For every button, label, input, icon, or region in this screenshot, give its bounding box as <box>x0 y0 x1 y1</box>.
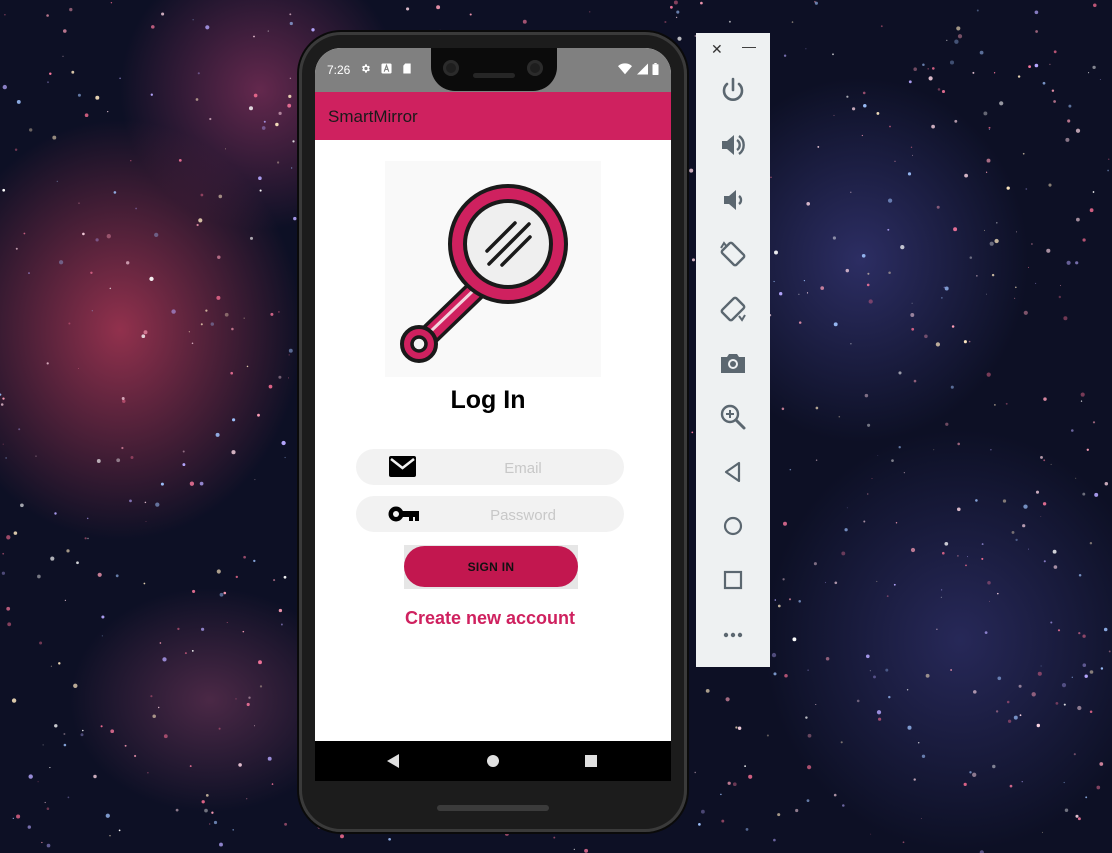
back-icon[interactable] <box>386 753 400 769</box>
hand-mirror-icon <box>400 184 568 363</box>
power-icon[interactable] <box>717 75 749 107</box>
front-camera-icon <box>527 60 543 76</box>
app-title: SmartMirror <box>328 107 418 126</box>
minimize-icon[interactable]: — <box>742 38 756 54</box>
status-bar: 7:26 <box>315 48 671 92</box>
zoom-icon[interactable] <box>717 401 749 433</box>
phone-screen: 7:26 SmartMirror Log In Email SIGN IN Cr… <box>315 48 671 781</box>
navigation-bar <box>315 741 671 781</box>
sd-card-icon <box>403 63 411 74</box>
email-field[interactable] <box>356 449 624 487</box>
gear-icon <box>362 64 370 73</box>
home-icon[interactable] <box>486 753 500 769</box>
front-camera-icon <box>443 60 459 76</box>
volume-up-icon[interactable] <box>717 129 749 161</box>
a-icon <box>381 63 392 74</box>
emulator-toolbar: ✕ — <box>696 33 770 667</box>
wifi-icon <box>618 63 633 75</box>
signal-icon <box>636 63 648 75</box>
email-input[interactable] <box>436 449 610 487</box>
rotate-right-icon[interactable] <box>717 293 749 325</box>
email-icon <box>389 456 416 477</box>
volume-down-icon[interactable] <box>717 184 749 216</box>
recents-icon[interactable] <box>584 753 598 769</box>
app-bar: SmartMirror <box>315 92 671 140</box>
home-icon[interactable] <box>717 510 749 542</box>
battery-icon <box>652 63 659 75</box>
password-field[interactable] <box>356 496 624 534</box>
camera-icon[interactable] <box>717 347 749 379</box>
key-icon <box>388 506 419 522</box>
camera-notch <box>431 48 557 91</box>
close-icon[interactable]: ✕ <box>711 41 723 58</box>
toolbar-window-controls: ✕ — <box>696 33 770 65</box>
rotate-left-icon[interactable] <box>717 238 749 270</box>
create-account-link[interactable]: Create new account <box>315 608 665 629</box>
overview-icon[interactable] <box>717 564 749 596</box>
more-icon[interactable] <box>717 619 749 651</box>
back-icon[interactable] <box>717 456 749 488</box>
app-logo <box>385 161 601 377</box>
earpiece-speaker <box>473 73 515 78</box>
login-heading: Log In <box>450 386 526 414</box>
status-right-icons <box>618 62 659 80</box>
phone-chin-speaker <box>437 805 549 811</box>
status-icons <box>360 63 412 76</box>
status-time: 7:26 <box>327 63 351 77</box>
password-input[interactable] <box>436 496 610 534</box>
sign-in-container: SIGN IN <box>404 545 578 589</box>
sign-in-button[interactable]: SIGN IN <box>404 546 578 587</box>
